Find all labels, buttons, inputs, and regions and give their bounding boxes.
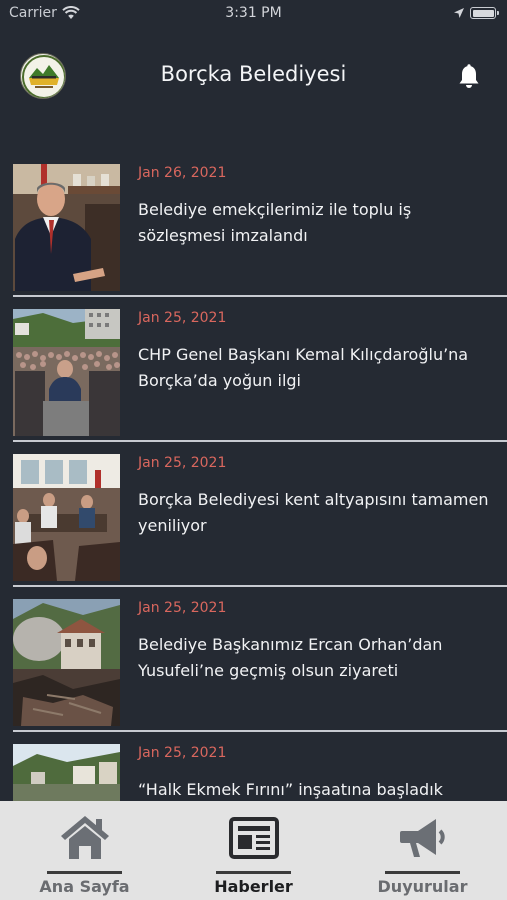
news-title[interactable]: “Halk Ekmek Fırını” inşaatına başladık xyxy=(138,777,498,801)
tab-label: Haberler xyxy=(214,877,293,896)
divider xyxy=(13,440,507,442)
news-item[interactable]: Jan 25, 2021 CHP Genel Başkanı Kemal Kıl… xyxy=(0,308,507,453)
tab-label: Duyurular xyxy=(377,877,468,896)
home-icon xyxy=(61,816,109,859)
news-title[interactable]: Belediye Başkanımız Ercan Orhan’dan Yusu… xyxy=(138,632,498,684)
news-title[interactable]: CHP Genel Başkanı Kemal Kılıçdaroğlu’na … xyxy=(138,342,498,394)
divider xyxy=(13,295,507,297)
news-thumbnail xyxy=(13,744,120,801)
news-thumbnail xyxy=(13,309,120,436)
news-title[interactable]: Belediye emekçilerimiz ile toplu iş sözl… xyxy=(138,197,498,249)
tab-news[interactable]: Haberler xyxy=(169,801,338,900)
tab-home[interactable]: Ana Sayfa xyxy=(0,801,169,900)
news-item[interactable]: Jan 25, 2021 Borçka Belediyesi kent alty… xyxy=(0,453,507,598)
tab-label: Ana Sayfa xyxy=(39,877,130,896)
news-item[interactable]: Jan 26, 2021 Belediye emekçilerimiz ile … xyxy=(0,163,507,308)
divider xyxy=(13,730,507,732)
tab-underline xyxy=(47,871,122,874)
tab-underline xyxy=(385,871,460,874)
divider xyxy=(13,585,507,587)
app-header: Borçka Belediyesi xyxy=(0,28,507,128)
news-thumbnail xyxy=(13,454,120,581)
status-bar: Carrier 3:31 PM xyxy=(0,0,507,28)
tab-bar: Ana Sayfa Haberler Duyurular xyxy=(0,801,507,900)
news-item[interactable]: Jan 25, 2021 Belediye Başkanımız Ercan O… xyxy=(0,598,507,743)
news-date: Jan 26, 2021 xyxy=(138,165,227,181)
news-date: Jan 25, 2021 xyxy=(138,455,227,471)
news-title[interactable]: Borçka Belediyesi kent altyapısını tamam… xyxy=(138,487,498,539)
news-thumbnail xyxy=(13,164,120,291)
news-date: Jan 25, 2021 xyxy=(138,745,227,761)
newspaper-icon xyxy=(229,817,279,859)
page-title: Borçka Belediyesi xyxy=(160,62,347,86)
news-list[interactable]: Jan 26, 2021 Belediye emekçilerimiz ile … xyxy=(0,163,507,801)
news-thumbnail xyxy=(13,599,120,726)
news-item[interactable]: Jan 25, 2021 “Halk Ekmek Fırını” inşaatı… xyxy=(0,743,507,801)
bell-icon[interactable] xyxy=(457,64,481,90)
clock-time: 3:31 PM xyxy=(225,5,282,21)
megaphone-icon xyxy=(400,819,445,857)
location-arrow-icon xyxy=(454,8,464,18)
news-date: Jan 25, 2021 xyxy=(138,600,227,616)
tab-underline xyxy=(216,871,291,874)
tab-announcements[interactable]: Duyurular xyxy=(338,801,507,900)
news-date: Jan 25, 2021 xyxy=(138,310,227,326)
battery-icon xyxy=(470,7,499,19)
